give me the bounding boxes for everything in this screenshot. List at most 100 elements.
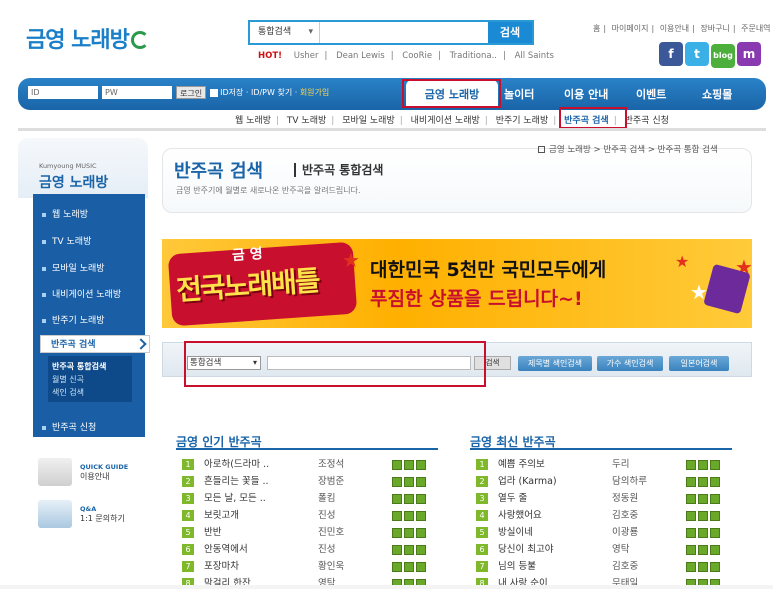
list-item[interactable]: 3 모든 날, 모든 .. 폴킴 [182, 490, 426, 507]
add-icon[interactable] [710, 476, 720, 487]
util-home[interactable]: 홈 [593, 24, 600, 33]
lyrics-icon[interactable] [698, 476, 708, 487]
add-icon[interactable] [416, 510, 426, 521]
top-search-button[interactable]: 검색 [488, 22, 532, 43]
list-item[interactable]: 6 당신이 최고야 영탁 [476, 541, 720, 558]
subnav-mobile[interactable]: 모바일 노래방 [342, 116, 395, 126]
hot-keyword[interactable]: Usher [294, 51, 319, 61]
add-icon[interactable] [416, 493, 426, 504]
util-cart[interactable]: 장바구니 [700, 24, 729, 33]
top-search-input[interactable] [320, 22, 490, 43]
play-icon[interactable] [686, 510, 696, 521]
list-item[interactable]: 5 방실이네 이광룡 [476, 524, 720, 541]
song-title[interactable]: 포장마차 [204, 558, 318, 572]
add-icon[interactable] [710, 493, 720, 504]
site-logo[interactable]: 금영 노래방 [26, 22, 149, 54]
util-orders[interactable]: 주문내역 [741, 24, 770, 33]
list-item[interactable]: 4 사랑했어요 김호중 [476, 507, 720, 524]
sidebar-sub-monthly[interactable]: 월별 신곡 [52, 374, 84, 385]
subnav-web[interactable]: 웹 노래방 [235, 116, 271, 126]
list-item[interactable]: 8 막걸리 한잔 영탁 [182, 575, 426, 592]
add-icon[interactable] [710, 510, 720, 521]
list-item[interactable]: 2 업라 (Karma) 담의하루 [476, 473, 720, 490]
blog-icon[interactable]: blog [711, 44, 735, 68]
login-pw-input[interactable]: PW [102, 86, 172, 99]
play-icon[interactable] [686, 561, 696, 572]
song-title[interactable]: 당신이 최고야 [498, 541, 612, 555]
lyrics-icon[interactable] [698, 527, 708, 538]
sidebar-item-request[interactable]: 반주곡 신청 [42, 420, 96, 433]
song-title[interactable]: 사랑했어요 [498, 507, 612, 521]
sidebar-item-web[interactable]: 웹 노래방 [42, 207, 88, 220]
add-icon[interactable] [710, 544, 720, 555]
list-item[interactable]: 1 예쁨 주의보 두리 [476, 456, 720, 473]
song-title[interactable]: 업라 (Karma) [498, 473, 612, 487]
lyrics-icon[interactable] [404, 544, 414, 555]
facebook-icon[interactable]: f [659, 42, 683, 66]
hot-keyword[interactable]: Traditiona.. [450, 51, 497, 61]
lyrics-icon[interactable] [698, 561, 708, 572]
util-mypage[interactable]: 마이페이지 [612, 24, 649, 33]
lyrics-icon[interactable] [698, 510, 708, 521]
lyrics-icon[interactable] [404, 459, 414, 470]
list-item[interactable]: 7 포장마차 황인욱 [182, 558, 426, 575]
add-icon[interactable] [416, 561, 426, 572]
lyrics-icon[interactable] [698, 493, 708, 504]
sidebar-item-mobile[interactable]: 모바일 노래방 [42, 261, 105, 274]
util-guide[interactable]: 이용안내 [660, 24, 689, 33]
lyrics-icon[interactable] [404, 476, 414, 487]
play-icon[interactable] [392, 493, 402, 504]
song-title[interactable]: 반반 [204, 524, 318, 538]
add-icon[interactable] [416, 459, 426, 470]
song-title[interactable]: 님의 등불 [498, 558, 612, 572]
login-button[interactable]: 로그인 [176, 86, 207, 99]
list-item[interactable]: 4 보릿고개 진성 [182, 507, 426, 524]
sidebar-sub-index[interactable]: 색인 검색 [52, 387, 84, 398]
subnav-navigation[interactable]: 내비게이션 노래방 [411, 116, 480, 126]
hot-keyword[interactable]: Dean Lewis [336, 51, 385, 61]
sidebar-item-song-search[interactable]: 반주곡 검색 [40, 335, 150, 353]
add-icon[interactable] [416, 527, 426, 538]
add-icon[interactable] [416, 476, 426, 487]
twitter-icon[interactable]: t [685, 42, 709, 66]
join-link[interactable]: 회원가입 [300, 88, 329, 97]
play-icon[interactable] [686, 493, 696, 504]
list-item[interactable]: 6 안동역에서 진성 [182, 541, 426, 558]
song-title[interactable]: 모든 날, 모든 .. [204, 490, 318, 504]
list-item[interactable]: 1 아로하(드라마 .. 조정석 [182, 456, 426, 473]
list-item[interactable]: 7 님의 등불 김호중 [476, 558, 720, 575]
qna-link[interactable]: Q&A 1:1 문의하기 [38, 500, 148, 528]
song-title[interactable]: 안동역에서 [204, 541, 318, 555]
nav-tab-guide[interactable]: 이용 안내 [564, 86, 608, 102]
sidebar-item-navigation[interactable]: 내비게이션 노래방 [42, 287, 121, 300]
play-icon[interactable] [392, 544, 402, 555]
list-item[interactable]: 3 열두 줄 정동원 [476, 490, 720, 507]
lyrics-icon[interactable] [698, 459, 708, 470]
lyrics-icon[interactable] [404, 493, 414, 504]
subnav-tv[interactable]: TV 노래방 [287, 116, 326, 126]
subnav-song-request[interactable]: 반주곡 신청 [625, 116, 669, 126]
artist-index-search-button[interactable]: 가수 색인검색 [597, 356, 663, 371]
lyrics-icon[interactable] [404, 561, 414, 572]
play-icon[interactable] [392, 561, 402, 572]
play-icon[interactable] [392, 459, 402, 470]
login-id-input[interactable]: ID [28, 86, 98, 99]
add-icon[interactable] [710, 527, 720, 538]
save-id-checkbox[interactable] [210, 88, 219, 97]
title-index-search-button[interactable]: 제목별 색인검색 [518, 356, 592, 371]
japanese-search-button[interactable]: 일본어검색 [669, 356, 729, 371]
top-search-category[interactable]: 통합검색 [250, 22, 320, 43]
song-title[interactable]: 흔들리는 꽃들 .. [204, 473, 318, 487]
quick-guide-link[interactable]: QUICK GUIDE 이용안내 [38, 458, 148, 486]
sidebar-item-tv[interactable]: TV 노래방 [42, 234, 91, 247]
play-icon[interactable] [686, 476, 696, 487]
add-icon[interactable] [416, 544, 426, 555]
lyrics-icon[interactable] [404, 510, 414, 521]
hot-keyword[interactable]: All Saints [515, 51, 554, 61]
play-icon[interactable] [686, 459, 696, 470]
me2day-icon[interactable]: m [737, 42, 761, 66]
play-icon[interactable] [392, 476, 402, 487]
play-icon[interactable] [686, 544, 696, 555]
lyrics-icon[interactable] [404, 527, 414, 538]
song-title[interactable]: 예쁨 주의보 [498, 456, 612, 470]
